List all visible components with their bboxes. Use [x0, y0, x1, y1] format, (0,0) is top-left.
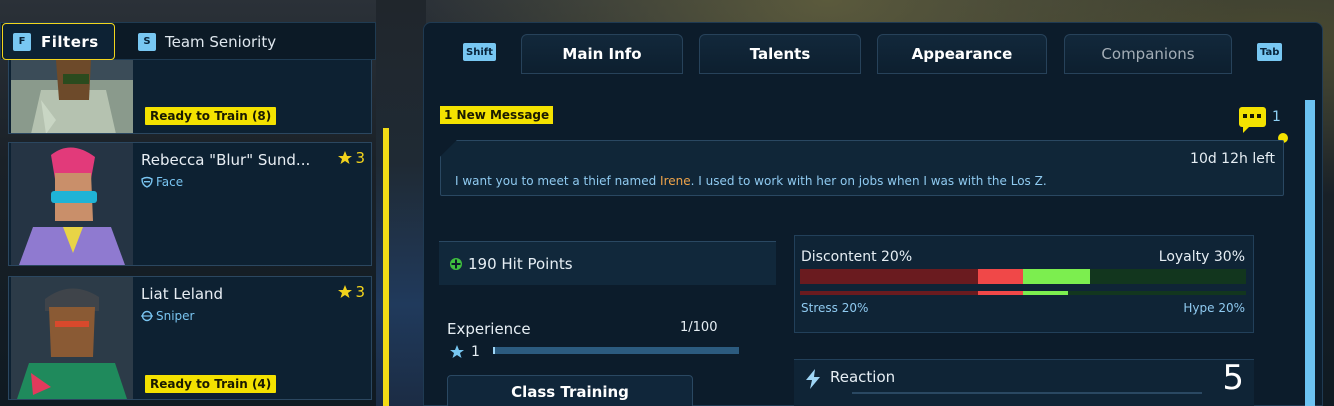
reaction-value: 5 — [1222, 358, 1244, 398]
character-name: Liat Leland — [141, 285, 224, 303]
experience-label: Experience — [447, 320, 531, 338]
star-rank-icon — [338, 151, 353, 164]
experience-section: Experience 1/100 1 Class Training — [439, 308, 776, 406]
companion-message[interactable]: 10d 12h left I want you to meet a thief … — [440, 140, 1284, 196]
level-value: 3 — [355, 283, 365, 301]
chat-icon[interactable] — [1239, 107, 1266, 133]
stress-label: Stress 20% — [801, 301, 869, 315]
highlighted-name: Irene — [660, 174, 691, 188]
filters-button[interactable]: F Filters — [2, 23, 115, 60]
health-icon — [450, 257, 462, 270]
crosshair-icon — [141, 310, 153, 322]
reaction-label: Reaction — [830, 368, 896, 386]
roster-scrollbar[interactable] — [383, 128, 389, 406]
tab-main-info[interactable]: Main Info — [521, 34, 683, 74]
filters-hotkey: F — [13, 32, 31, 51]
level-value: 3 — [355, 149, 365, 167]
ready-to-train-badge: Ready to Train (4) — [145, 375, 277, 393]
hit-points: 190 Hit Points — [439, 241, 776, 285]
experience-level: 1 — [449, 344, 480, 360]
shift-hotkey: Shift — [463, 43, 496, 61]
experience-count: 1/100 — [680, 320, 718, 335]
character-role: Sniper — [141, 309, 195, 323]
role-label: Face — [156, 175, 184, 189]
seniority-label: Team Seniority — [165, 32, 277, 51]
star-rank-icon — [338, 285, 353, 298]
level-value: 1 — [471, 344, 480, 360]
ready-to-train-badge: Ready to Train (8) — [145, 107, 277, 125]
roster-card[interactable]: Rebecca "Blur" Sund... Face 3 — [8, 142, 372, 266]
lightning-icon — [806, 369, 820, 389]
tab-hotkey: Tab — [1257, 43, 1283, 61]
tab-companions[interactable]: Companions — [1064, 34, 1232, 74]
roster-card[interactable]: Ready to Train (8) — [8, 60, 372, 134]
detail-scrollbar[interactable] — [1305, 100, 1315, 406]
reaction-divider — [852, 392, 1202, 394]
role-label: Sniper — [156, 309, 195, 323]
roster-card[interactable]: Liat Leland Sniper 3 Ready to Train (4) — [8, 276, 372, 400]
reaction-stat: Reaction 5 — [794, 358, 1254, 406]
mask-icon — [141, 176, 153, 188]
team-seniority-button[interactable]: S Team Seniority — [128, 23, 376, 60]
hit-points-label: 190 Hit Points — [468, 254, 573, 273]
loyalty-label: Loyalty 30% — [1158, 249, 1245, 265]
message-text: I want you to meet a thief named Irene. … — [455, 174, 1047, 188]
message-count: 1 — [1272, 109, 1281, 125]
character-portrait — [11, 60, 133, 133]
experience-progress-fill — [493, 347, 496, 354]
star-rank-icon — [450, 345, 464, 358]
character-portrait — [11, 143, 133, 265]
mood-section: Discontent 20% Loyalty 30% Stress 20% Hy… — [794, 235, 1254, 333]
message-time-left: 10d 12h left — [1190, 151, 1275, 167]
discontent-label: Discontent 20% — [801, 249, 913, 265]
new-message-badge: 1 New Message — [440, 106, 554, 124]
tab-appearance[interactable]: Appearance — [877, 34, 1047, 74]
class-training-button[interactable]: Class Training — [447, 375, 693, 406]
hype-label: Hype 20% — [1183, 301, 1245, 315]
character-detail-panel: Shift Main Info Talents Appearance Compa… — [423, 22, 1323, 406]
character-portrait — [11, 277, 133, 399]
roster-panel: F Filters S Team Seniority Ready to Trai… — [0, 0, 380, 406]
filters-label: Filters — [41, 32, 99, 51]
discontent-loyalty-bar — [800, 269, 1246, 284]
stress-hype-bar — [800, 291, 1246, 295]
character-level: 3 — [337, 149, 365, 167]
seniority-hotkey: S — [138, 32, 156, 51]
character-role: Face — [141, 175, 183, 189]
tab-talents[interactable]: Talents — [699, 34, 861, 74]
character-level: 3 — [337, 283, 365, 301]
character-name: Rebecca "Blur" Sund... — [141, 151, 311, 169]
experience-progress-bar — [493, 347, 739, 354]
